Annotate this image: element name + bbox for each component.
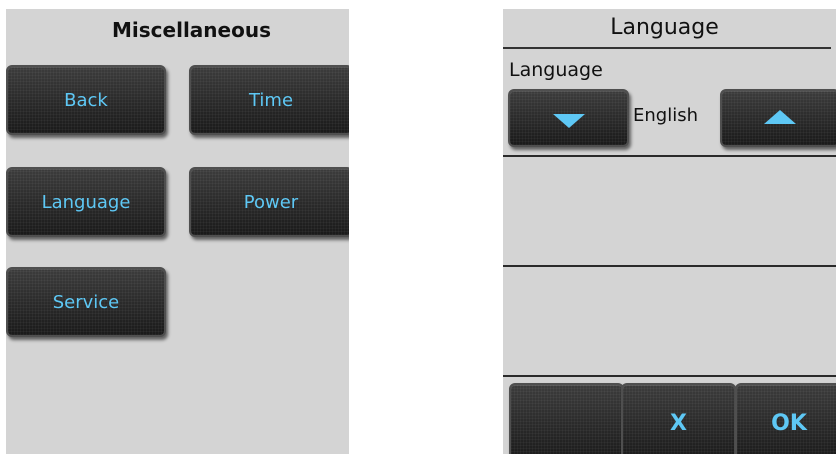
down-arrow-icon xyxy=(552,114,585,128)
language-previous-button[interactable] xyxy=(508,89,629,147)
page-title: Miscellaneous xyxy=(112,18,271,42)
time-button[interactable]: Time xyxy=(189,65,349,135)
back-button-label: Back xyxy=(64,89,108,111)
divider xyxy=(503,265,836,267)
divider xyxy=(503,155,836,157)
language-field-label: Language xyxy=(509,59,603,81)
service-button-label: Service xyxy=(52,291,120,313)
time-button-label: Time xyxy=(248,89,294,111)
language-button-label: Language xyxy=(41,191,131,213)
cancel-button[interactable]: X xyxy=(621,383,736,454)
language-button[interactable]: Language xyxy=(6,167,166,237)
language-next-button[interactable] xyxy=(720,89,836,147)
ok-button[interactable]: OK xyxy=(735,383,836,454)
ok-button-label: OK xyxy=(771,410,807,436)
cancel-button-label: X xyxy=(670,410,687,436)
language-screen: Language Language English X OK xyxy=(503,9,836,454)
language-value: English xyxy=(633,105,698,126)
blank-softkey-button[interactable] xyxy=(509,383,624,454)
power-button-label: Power xyxy=(243,191,299,213)
page-title: Language xyxy=(503,9,831,49)
up-arrow-icon xyxy=(764,110,796,124)
miscellaneous-screen: Miscellaneous Back Time Language Power S… xyxy=(6,9,349,454)
service-button[interactable]: Service xyxy=(6,267,166,337)
divider xyxy=(503,375,836,377)
back-button[interactable]: Back xyxy=(6,65,166,135)
power-button[interactable]: Power xyxy=(189,167,349,237)
